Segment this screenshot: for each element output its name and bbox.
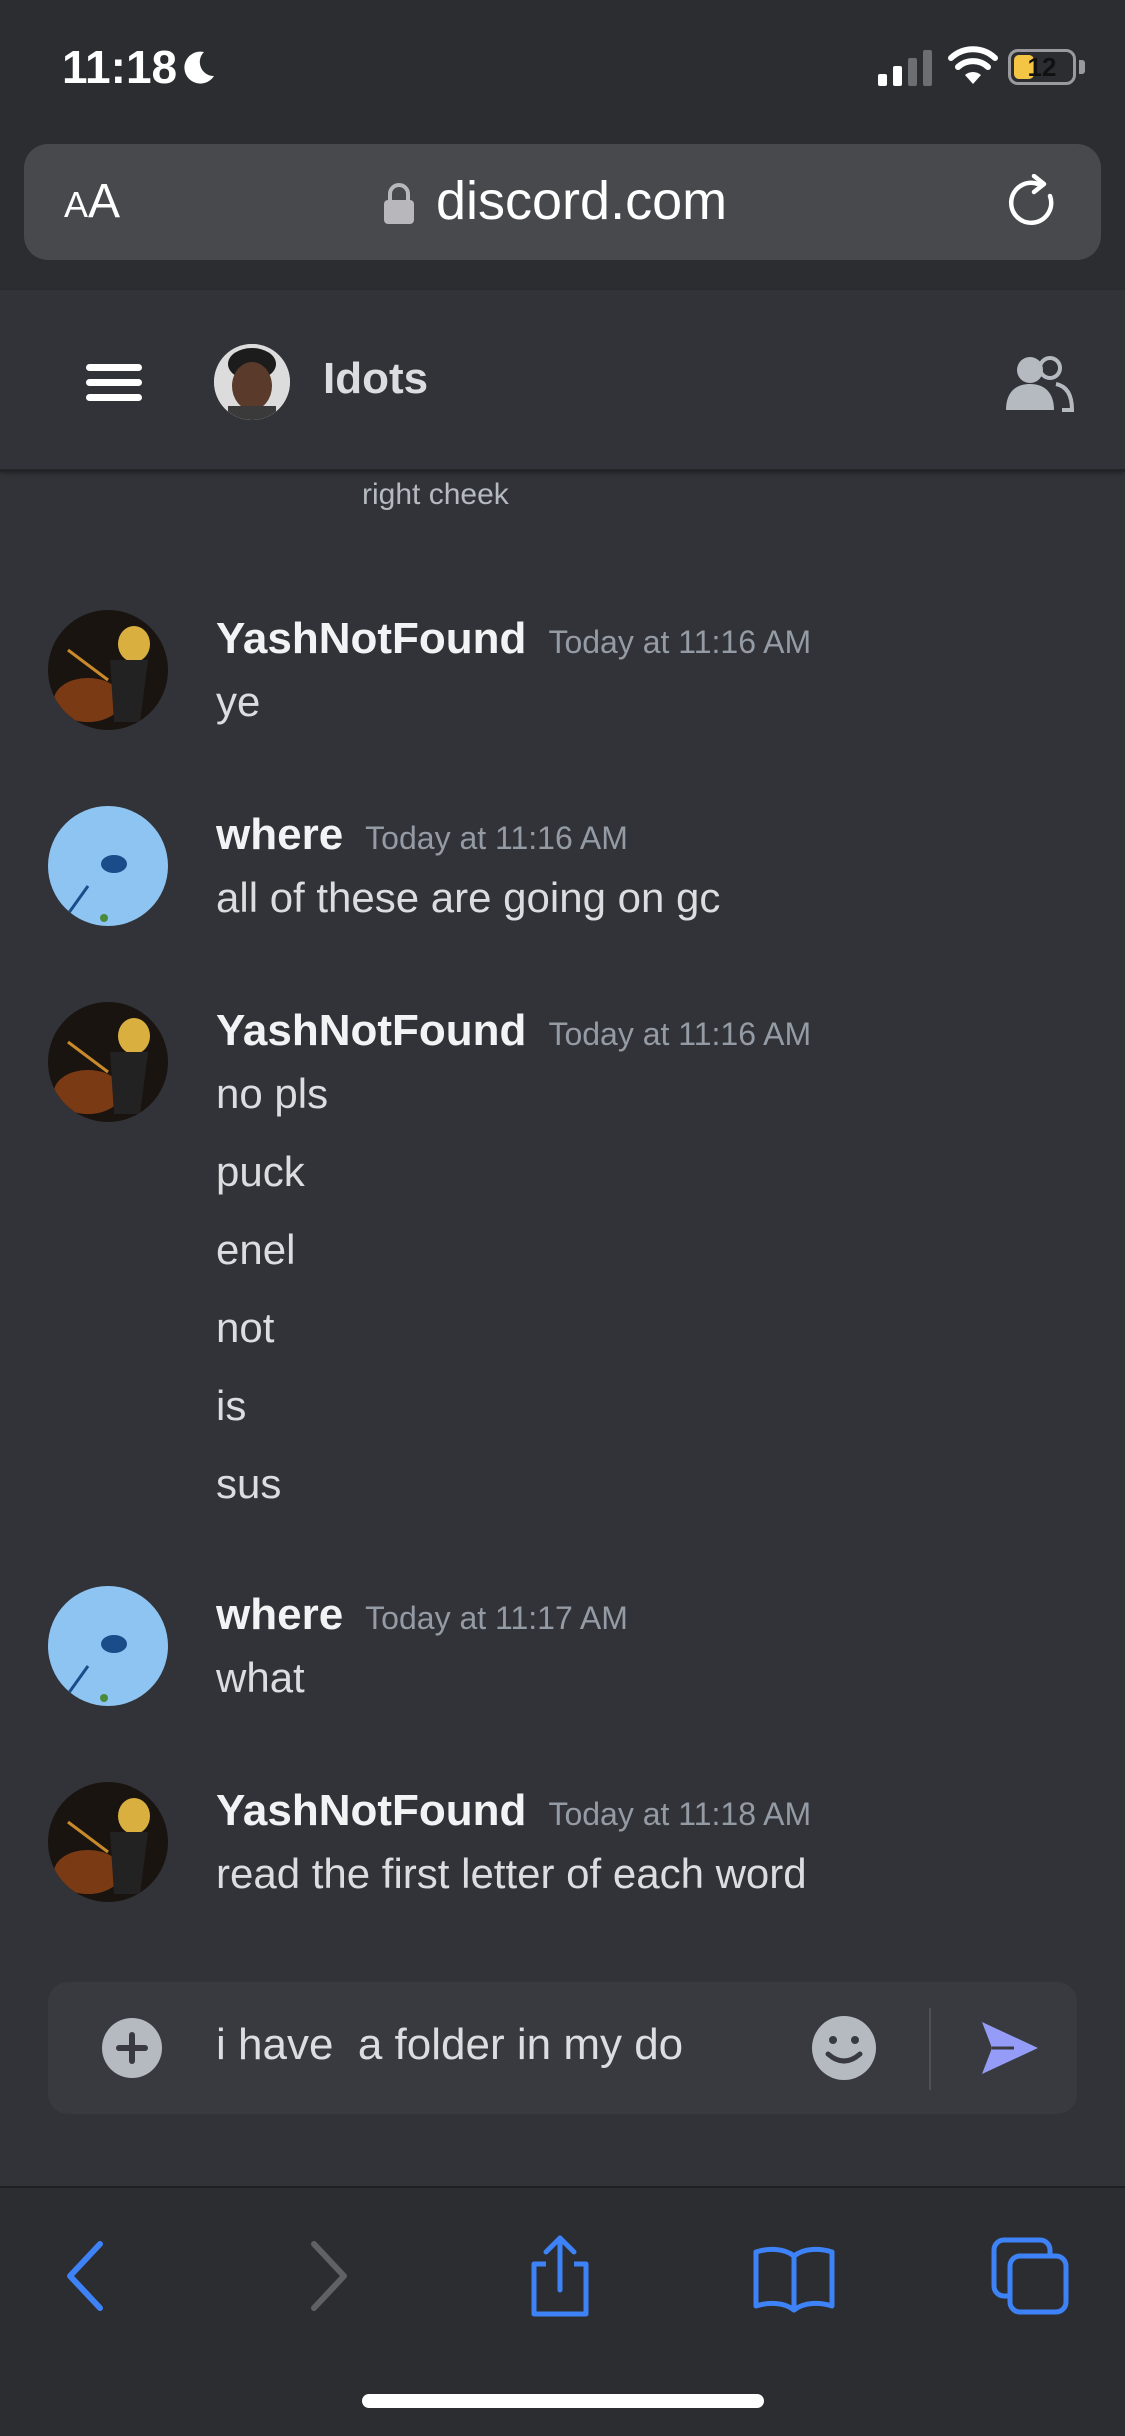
members-icon[interactable] [1006, 354, 1074, 412]
message-timestamp: Today at 11:18 AM [548, 1796, 812, 1832]
message-text: not [216, 1304, 275, 1351]
message-text: read the first letter of each word [216, 1850, 807, 1897]
reader-options-button[interactable]: AA [64, 174, 120, 229]
message-input[interactable]: i have a folder in my do [216, 2020, 683, 2070]
avatar[interactable] [48, 610, 168, 730]
status-time: 11:18 [62, 41, 178, 93]
add-attachment-button[interactable] [102, 2018, 162, 2078]
message-text: sus [216, 1460, 282, 1507]
channel-header: Idots [0, 290, 1125, 472]
message-author[interactable]: YashNotFound Today at 11:16 AM [216, 614, 811, 664]
message-text: all of these are going on gc [216, 874, 721, 921]
message-text: no pls [216, 1070, 329, 1117]
tabs-icon[interactable] [988, 2234, 1072, 2318]
avatar[interactable] [48, 806, 168, 926]
message-timestamp: Today at 11:16 AM [548, 1016, 812, 1052]
battery-icon: 12 [1008, 49, 1076, 85]
message-author[interactable]: where Today at 11:16 AM [216, 810, 628, 860]
signal-icon [878, 50, 932, 86]
status-bar: 11:18 12 [0, 0, 1125, 140]
battery-level: 12 [1027, 52, 1057, 82]
message-timestamp: Today at 11:16 AM [365, 820, 628, 856]
previous-message-fragment: right cheek [362, 478, 509, 511]
message-author[interactable]: where Today at 11:17 AM [216, 1590, 628, 1640]
message-author[interactable]: YashNotFound Today at 11:16 AM [216, 1006, 811, 1056]
wifi-icon [948, 46, 998, 84]
share-icon[interactable] [518, 2234, 602, 2318]
avatar[interactable] [48, 1782, 168, 1902]
message-list[interactable]: right cheek YashNotFound Today at 11:16 A… [0, 472, 1125, 1972]
back-icon[interactable] [44, 2234, 128, 2318]
url-text[interactable]: discord.com [436, 170, 727, 232]
message-text: puck [216, 1148, 305, 1195]
avatar[interactable] [48, 1002, 168, 1122]
emoji-icon[interactable] [810, 2014, 878, 2082]
lock-icon [384, 183, 414, 224]
message-timestamp: Today at 11:16 AM [548, 624, 812, 660]
forward-icon[interactable] [286, 2234, 370, 2318]
moon-icon [184, 51, 214, 84]
message-text: enel [216, 1226, 296, 1273]
avatar[interactable] [48, 1586, 168, 1706]
reload-icon[interactable] [1004, 174, 1062, 232]
message-timestamp: Today at 11:17 AM [365, 1600, 628, 1636]
message-author[interactable]: YashNotFound Today at 11:18 AM [216, 1786, 811, 1836]
bookmarks-icon[interactable] [752, 2234, 836, 2318]
send-icon[interactable] [978, 2016, 1042, 2080]
message-text: is [216, 1382, 247, 1429]
message-text: ye [216, 678, 261, 725]
url-bar[interactable]: AA discord.com [24, 144, 1101, 260]
group-avatar[interactable] [214, 344, 290, 420]
battery-tip [1079, 60, 1085, 74]
composer-divider [929, 2008, 931, 2090]
message-composer[interactable]: i have a folder in my do [48, 1982, 1077, 2114]
home-indicator[interactable] [362, 2394, 764, 2408]
message-text: what [216, 1654, 305, 1701]
channel-name: Idots [323, 354, 429, 403]
hamburger-menu-icon[interactable] [86, 362, 142, 404]
plus-icon [116, 2032, 148, 2064]
